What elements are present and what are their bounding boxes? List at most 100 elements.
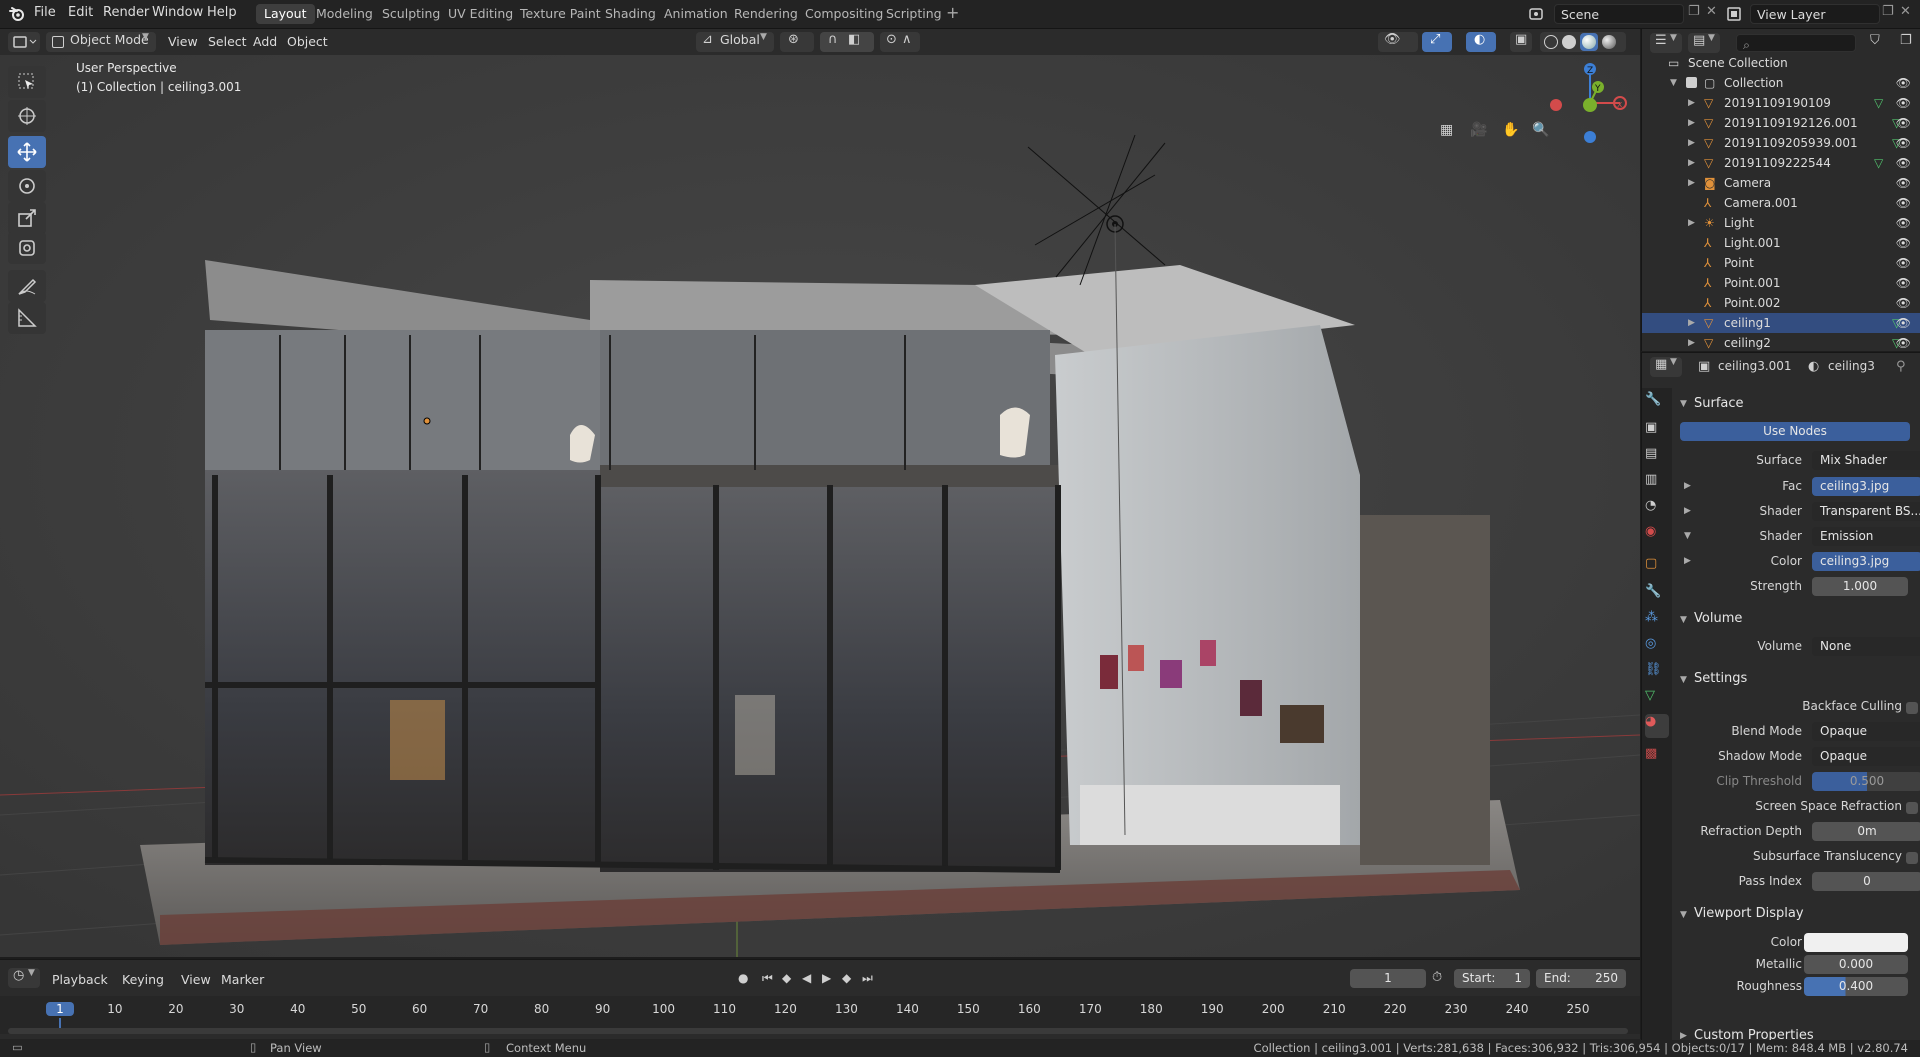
- output-tab-icon[interactable]: ▤: [1645, 446, 1669, 470]
- eye-icon[interactable]: 👁: [1896, 193, 1911, 213]
- expand-arrow-icon[interactable]: ▶: [1688, 153, 1695, 173]
- menu-keying[interactable]: Keying: [122, 970, 164, 990]
- scale-tool[interactable]: [8, 202, 46, 234]
- eye-icon[interactable]: 👁: [1896, 233, 1911, 253]
- outliner-row[interactable]: ▶ ◙ Camera 👁: [1642, 173, 1920, 193]
- expand-arrow-icon[interactable]: ▶: [1688, 173, 1695, 193]
- constraints-tab-icon[interactable]: ⛓: [1645, 662, 1669, 686]
- collapse-arrow-icon[interactable]: ▼: [1680, 910, 1687, 920]
- eye-icon[interactable]: 👁: [1896, 93, 1911, 113]
- physics-tab-icon[interactable]: ◎: [1645, 636, 1669, 660]
- menu-edit[interactable]: Edit: [68, 5, 93, 20]
- eye-icon[interactable]: 👁: [1896, 293, 1911, 313]
- snapping-button[interactable]: ∩ ◧: [820, 32, 874, 52]
- transform-tool[interactable]: [8, 232, 46, 264]
- eye-icon[interactable]: 👁: [1896, 113, 1911, 133]
- scene-name-field[interactable]: Scene: [1554, 4, 1684, 24]
- filter-icon[interactable]: ⛉: [1870, 33, 1880, 48]
- collapse-arrow-icon[interactable]: ▼: [1680, 675, 1687, 685]
- eye-icon[interactable]: 👁: [1896, 73, 1911, 93]
- collapse-arrow-icon[interactable]: ▶: [1680, 1031, 1687, 1041]
- expand-arrow-icon[interactable]: ▶: [1688, 313, 1695, 333]
- select-box-tool[interactable]: [8, 66, 46, 98]
- outliner-row[interactable]: ▶ ▽ ceiling1 ▽ 👁: [1642, 313, 1920, 333]
- tab-shading[interactable]: Shading: [597, 4, 664, 24]
- view-layer-copy-icon[interactable]: ❐: [1882, 4, 1894, 19]
- modifier-tab-icon[interactable]: 🔧: [1645, 584, 1669, 608]
- strength-field[interactable]: 1.000: [1812, 577, 1908, 596]
- menu-object[interactable]: Object: [287, 32, 328, 52]
- menu-view[interactable]: View: [168, 32, 198, 52]
- refraction-depth-field[interactable]: 0m: [1812, 822, 1920, 841]
- wireframe-shading-icon[interactable]: [1544, 35, 1558, 49]
- gizmo-toggle[interactable]: ⤢: [1422, 32, 1452, 52]
- expand-arrow-icon[interactable]: ▼: [1670, 73, 1677, 93]
- scene-copy-icon[interactable]: ❐: [1688, 4, 1700, 19]
- menu-playback[interactable]: Playback: [52, 970, 108, 990]
- collapse-arrow-icon[interactable]: ▼: [1680, 399, 1687, 409]
- outliner-editor-type-button[interactable]: ☰ ▼: [1650, 33, 1682, 53]
- outliner-row[interactable]: ⅄ Camera.001 👁: [1642, 193, 1920, 213]
- end-frame-field[interactable]: End: 250: [1536, 969, 1626, 988]
- blend-mode-dropdown[interactable]: Opaque: [1812, 722, 1920, 741]
- collapse-arrow-icon[interactable]: ▼: [1680, 615, 1687, 625]
- eye-icon[interactable]: 👁: [1896, 153, 1911, 173]
- scene-tab-icon[interactable]: ◔: [1645, 498, 1669, 522]
- material-shading-icon[interactable]: [1582, 35, 1596, 49]
- menu-marker[interactable]: Marker: [221, 970, 264, 990]
- current-frame-field[interactable]: 1: [1350, 969, 1426, 988]
- menu-add[interactable]: Add: [253, 32, 277, 52]
- pass-index-field[interactable]: 0: [1812, 872, 1920, 891]
- start-frame-field[interactable]: Start: 1: [1454, 969, 1530, 988]
- shadow-mode-dropdown[interactable]: Opaque: [1812, 747, 1920, 766]
- volume-panel-header[interactable]: Volume: [1694, 611, 1742, 626]
- pan-hand-icon[interactable]: ✋: [1502, 122, 1524, 144]
- use-nodes-button[interactable]: Use Nodes: [1680, 422, 1910, 441]
- menu-render[interactable]: Render: [103, 5, 149, 20]
- axis-gizmo[interactable]: Z x Y: [1540, 57, 1636, 157]
- expand-arrow-icon[interactable]: ▶: [1688, 333, 1695, 351]
- viewport-display-panel-header[interactable]: Viewport Display: [1694, 906, 1804, 921]
- backface-culling-checkbox[interactable]: [1906, 702, 1918, 714]
- play-icon[interactable]: ▶: [822, 971, 831, 985]
- eye-icon[interactable]: 👁: [1896, 213, 1911, 233]
- material-tab-icon[interactable]: ◕: [1645, 714, 1669, 738]
- move-tool[interactable]: [8, 136, 46, 168]
- eye-icon[interactable]: 👁: [1896, 133, 1911, 153]
- tab-animation[interactable]: Animation: [656, 4, 736, 24]
- tab-sculpting[interactable]: Sculpting: [374, 4, 448, 24]
- expand-arrow-icon[interactable]: ▶: [1688, 213, 1695, 233]
- measure-tool[interactable]: [8, 302, 46, 334]
- outliner-row[interactable]: ⅄ Point.001 👁: [1642, 273, 1920, 293]
- overlay-toggle[interactable]: ◐: [1466, 32, 1496, 52]
- mesh-data-icon[interactable]: ▽: [1874, 153, 1883, 173]
- add-workspace-icon[interactable]: +: [946, 3, 959, 22]
- settings-panel-header[interactable]: Settings: [1694, 671, 1747, 686]
- expand-arrow-icon[interactable]: ▶: [1688, 113, 1695, 133]
- scene-icon[interactable]: [1528, 5, 1550, 23]
- display-mode-button[interactable]: ▤ ▼: [1688, 33, 1720, 53]
- mode-dropdown[interactable]: Object Mode ▼: [46, 32, 156, 52]
- shading-mode-group[interactable]: [1540, 32, 1626, 52]
- timeline-scrollbar[interactable]: [8, 1028, 1628, 1034]
- menu-help[interactable]: Help: [207, 5, 237, 20]
- rotate-tool[interactable]: [8, 170, 46, 202]
- menu-select[interactable]: Select: [208, 32, 247, 52]
- 3d-viewport[interactable]: User Perspective (1) Collection | ceilin…: [0, 55, 1640, 957]
- new-collection-icon[interactable]: ❐: [1900, 33, 1912, 48]
- metallic-field[interactable]: 0.000: [1804, 955, 1908, 974]
- shader-1-field[interactable]: Transparent BS...: [1812, 502, 1920, 521]
- collection-row[interactable]: ▼ ▢ Collection 👁: [1642, 73, 1920, 93]
- subsurface-checkbox[interactable]: [1906, 852, 1918, 864]
- tool-tab-icon[interactable]: 🔧: [1645, 392, 1669, 416]
- outliner-row[interactable]: ▶ ▽ ceiling2 ▽ 👁: [1642, 333, 1920, 351]
- visibility-dropdown[interactable]: 👁: [1378, 32, 1418, 52]
- timeline-editor-type-button[interactable]: ◷ ▼: [8, 968, 40, 988]
- prev-keyframe-icon[interactable]: ◆: [782, 971, 791, 985]
- eye-icon[interactable]: 👁: [1896, 313, 1911, 333]
- tab-uv-editing[interactable]: UV Editing: [440, 4, 521, 24]
- grid-view-icon[interactable]: ▦: [1440, 122, 1462, 144]
- menu-window[interactable]: Window: [152, 5, 203, 20]
- outliner-row[interactable]: ▶ ▽ 20191109222544 ▽ 👁: [1642, 153, 1920, 173]
- editor-type-button[interactable]: [8, 32, 40, 52]
